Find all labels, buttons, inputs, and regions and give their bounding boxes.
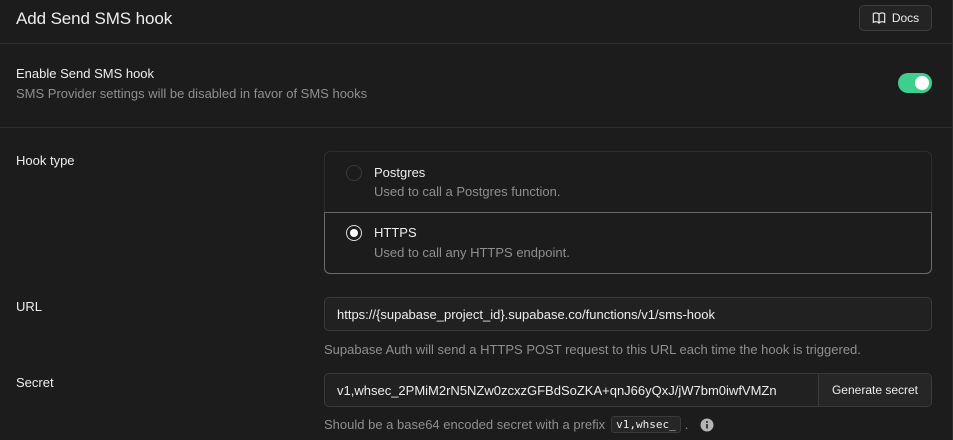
- docs-button[interactable]: Docs: [859, 5, 932, 31]
- book-icon: [872, 12, 886, 24]
- secret-label: Secret: [16, 375, 54, 390]
- secret-prefix-code: v1,whsec_: [611, 416, 681, 433]
- generate-secret-button[interactable]: Generate secret: [818, 374, 931, 406]
- info-icon[interactable]: [700, 418, 714, 432]
- secret-help-text: Should be a base64 encoded secret with a…: [324, 416, 714, 433]
- secret-help-prefix: Should be a base64 encoded secret with a…: [324, 417, 606, 432]
- enable-hook-row: Enable Send SMS hook SMS Provider settin…: [0, 44, 953, 128]
- secret-help-suffix: .: [684, 417, 689, 432]
- enable-hook-title: Enable Send SMS hook: [16, 66, 155, 81]
- hook-type-label: Hook type: [16, 153, 75, 168]
- hook-type-radio-group: Postgres Used to call a Postgres functio…: [324, 151, 932, 274]
- radio-https[interactable]: [346, 225, 362, 241]
- radio-postgres[interactable]: [346, 165, 362, 181]
- url-input[interactable]: https://{supabase_project_id}.supabase.c…: [324, 297, 932, 331]
- docs-label: Docs: [891, 11, 920, 25]
- page-title: Add Send SMS hook: [16, 9, 173, 28]
- option-title: Postgres: [374, 165, 426, 180]
- secret-input[interactable]: v1,whsec_2PMiM2rN5NZw0zcxzGFBdSoZKA+qnJ6…: [337, 374, 817, 406]
- option-title: HTTPS: [374, 225, 417, 240]
- url-help-text: Supabase Auth will send a HTTPS POST req…: [324, 342, 861, 357]
- hook-type-option-https[interactable]: HTTPS Used to call any HTTPS endpoint.: [324, 212, 932, 274]
- option-description: Used to call a Postgres function.: [374, 184, 561, 199]
- send-sms-hook-panel: Add Send SMS hook Docs Enable Send SMS h…: [0, 0, 953, 440]
- panel-header: Add Send SMS hook Docs: [0, 0, 953, 44]
- toggle-knob: [915, 76, 929, 90]
- secret-field: v1,whsec_2PMiM2rN5NZw0zcxzGFBdSoZKA+qnJ6…: [324, 373, 932, 407]
- url-label: URL: [16, 299, 43, 314]
- hook-type-option-postgres[interactable]: Postgres Used to call a Postgres functio…: [325, 152, 933, 212]
- option-description: Used to call any HTTPS endpoint.: [374, 245, 570, 260]
- enable-hook-toggle[interactable]: [898, 73, 932, 93]
- enable-hook-description: SMS Provider settings will be disabled i…: [16, 86, 368, 101]
